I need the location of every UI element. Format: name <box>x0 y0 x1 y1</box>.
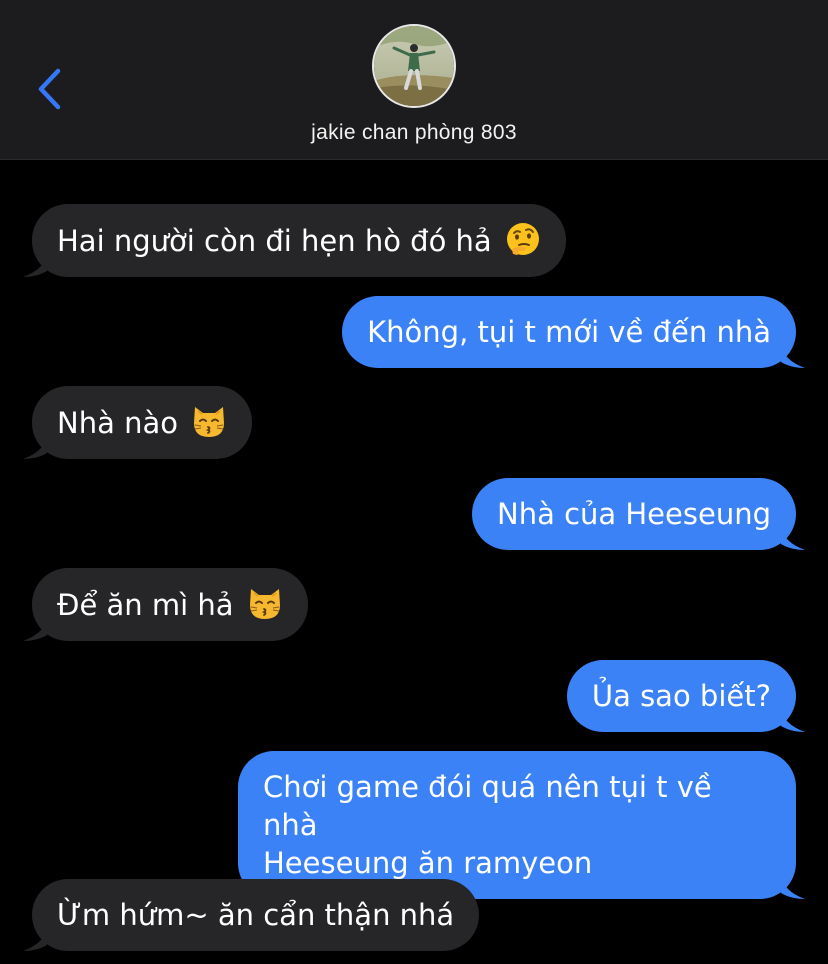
message-sent[interactable]: Ủa sao biết? <box>566 660 805 732</box>
message-sent[interactable]: Không, tụi t mới về đến nhà <box>342 296 805 368</box>
message-text: Ủa sao biết? <box>591 679 771 713</box>
message-text: Ừm hứm~ ăn cẩn thận nhá <box>57 898 455 932</box>
message-text-line: Heeseung ăn ramyeon <box>263 846 593 880</box>
conversation-header: jakie chan phòng 803 <box>0 0 828 160</box>
back-button[interactable] <box>24 62 74 116</box>
message-text: Hai người còn đi hẹn hò đó hả <box>57 224 492 258</box>
message-received[interactable]: Ừm hứm~ ăn cẩn thận nhá <box>23 879 480 951</box>
message-text-line: Chơi game đói quá nên tụi t về nhà <box>263 770 712 842</box>
message-received[interactable]: Hai người còn đi hẹn hò đó hả <box>23 204 566 277</box>
thinking-face-icon <box>506 223 539 255</box>
chevron-left-icon <box>38 68 61 110</box>
message-sent[interactable]: Nhà của Heeseung <box>472 478 805 550</box>
contact-name[interactable]: jakie chan phòng 803 <box>0 121 828 145</box>
message-sent[interactable]: Chơi game đói quá nên tụi t về nhà Heese… <box>238 751 805 899</box>
contact-avatar[interactable] <box>372 24 456 108</box>
message-received[interactable]: Để ăn mì hả <box>23 568 308 641</box>
message-received[interactable]: Nhà nào <box>23 386 253 459</box>
kissing-cat-face-icon <box>249 589 280 619</box>
message-text: Không, tụi t mới về đến nhà <box>367 315 771 349</box>
message-text: Nhà của Heeseung <box>497 497 771 531</box>
message-text: Nhà nào <box>57 406 178 440</box>
kissing-cat-face-icon <box>194 407 225 437</box>
message-text: Để ăn mì hả <box>57 588 234 622</box>
